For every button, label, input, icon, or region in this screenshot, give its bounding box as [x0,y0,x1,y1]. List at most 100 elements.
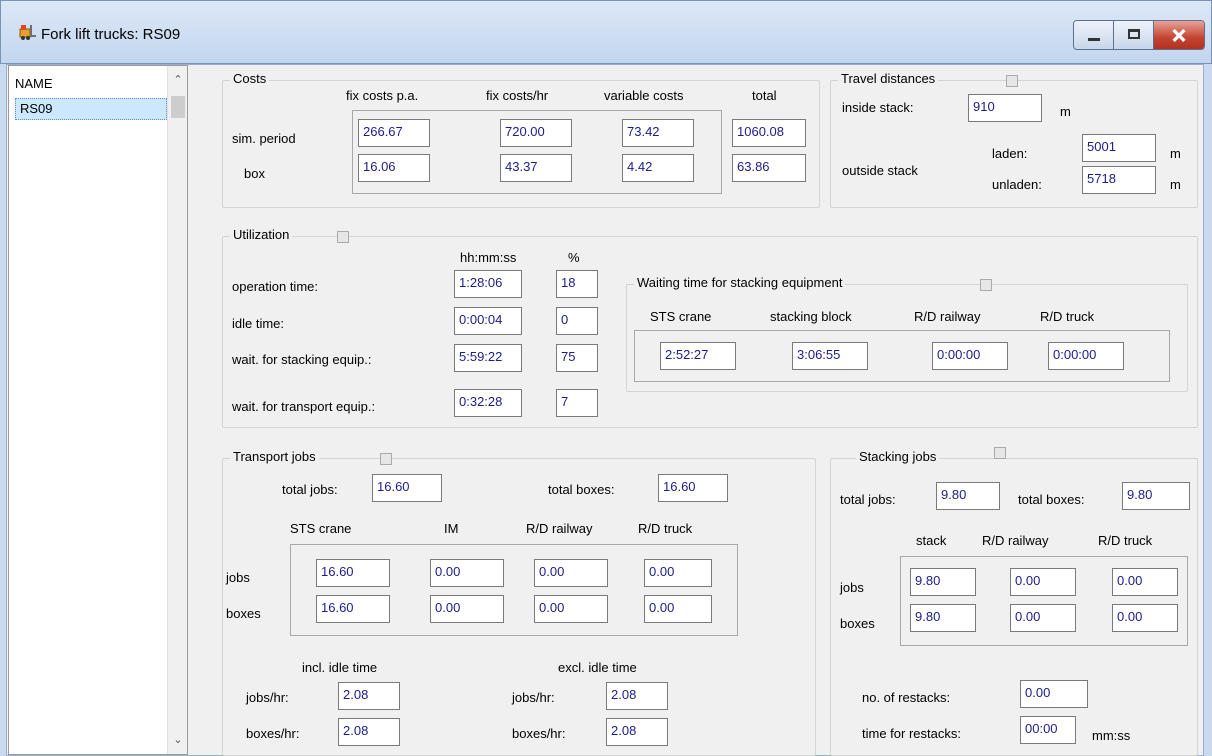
minimize-button[interactable] [1074,21,1114,49]
waiting-expand-checkbox[interactable] [980,279,992,291]
waiting-col-sts: STS crane [650,309,712,324]
sim-total-field[interactable]: 1060.08 [732,119,806,147]
transport-col-im: IM [444,521,459,536]
incl-boxes-hr-field[interactable]: 2.08 [338,718,400,746]
transport-total-jobs-label: total jobs: [282,482,338,497]
costs-row-sim: sim. period [232,131,296,146]
close-button[interactable] [1154,21,1204,49]
utilization-col-time: hh:mm:ss [460,250,517,265]
truck-list[interactable]: NAME RS09 ⌃ ⌄ [8,65,188,755]
stacking-total-boxes-field[interactable]: 9.80 [1122,482,1190,510]
unladen-label: unladen: [992,177,1042,192]
stacking-expand-checkbox[interactable] [994,447,1006,459]
box-variable-field[interactable]: 4.42 [622,154,694,182]
costs-title: Costs [230,71,270,86]
stacking-total-jobs-field[interactable]: 9.80 [936,482,1000,510]
wait-stacking-field[interactable]: 5:59:22 [454,344,522,372]
waiting-sts-field[interactable]: 2:52:27 [660,342,736,370]
sim-fix-hr-field[interactable]: 720.00 [500,119,572,147]
waiting-stacking-block-field[interactable]: 3:06:55 [792,342,868,370]
scroll-up-icon[interactable]: ⌃ [172,74,184,86]
stacking-jobs-railway-field[interactable]: 0.00 [1010,568,1076,596]
idle-pct-field[interactable]: 0 [556,307,598,335]
laden-field[interactable]: 5001 [1082,134,1156,162]
unladen-unit: m [1170,177,1181,192]
stacking-jobs-truck-field[interactable]: 0.00 [1112,568,1178,596]
transport-total-boxes-field[interactable]: 16.60 [658,474,728,502]
restacks-field[interactable]: 0.00 [1020,680,1088,708]
util-row-label: operation time: [232,279,318,294]
transport-jobs-truck-field[interactable]: 0.00 [644,559,712,587]
transport-boxes-sts-field[interactable]: 16.60 [316,595,390,623]
utilization-expand-checkbox[interactable] [337,231,349,243]
transport-boxes-truck-field[interactable]: 0.00 [644,595,712,623]
excl-idle-label: excl. idle time [558,660,637,675]
caption-buttons [1073,20,1205,50]
laden-label: laden: [992,146,1028,161]
transport-boxes-railway-field[interactable]: 0.00 [534,595,608,623]
stacking-col-railway: R/D railway [982,533,1049,548]
transport-jobs-sts-field[interactable]: 16.60 [316,559,390,587]
operation-time-field[interactable]: 1:28:06 [454,270,522,298]
incl-idle-label: incl. idle time [302,660,378,675]
stacking-title: Stacking jobs [856,449,940,464]
util-row-label: wait. for transport equip.: [232,399,376,414]
stacking-jobs-stack-field[interactable]: 9.80 [910,568,976,596]
restack-time-field[interactable]: 00:00 [1020,716,1076,744]
outside-stack-label: outside stack [842,163,918,178]
restack-time-unit: mm:ss [1092,728,1131,743]
stacking-boxes-truck-field[interactable]: 0.00 [1112,604,1178,632]
restack-time-label: time for restacks: [862,726,961,741]
scroll-down-icon[interactable]: ⌄ [172,734,184,746]
stacking-row-boxes: boxes [840,616,875,631]
transport-boxes-im-field[interactable]: 0.00 [430,595,504,623]
costs-col-total: total [752,88,777,103]
excl-boxes-hr-label: boxes/hr: [512,726,566,741]
incl-jobs-hr-field[interactable]: 2.08 [338,682,400,710]
transport-jobs-im-field[interactable]: 0.00 [430,559,504,587]
waiting-truck-field[interactable]: 0:00:00 [1048,342,1124,370]
transport-total-jobs-field[interactable]: 16.60 [372,474,442,502]
scroll-thumb[interactable] [171,96,185,118]
excl-jobs-hr-field[interactable]: 2.08 [606,682,668,710]
wait-transport-pct-field[interactable]: 7 [556,389,598,417]
box-fix-pa-field[interactable]: 16.06 [358,154,430,182]
sim-variable-field[interactable]: 73.42 [622,119,694,147]
excl-boxes-hr-field[interactable]: 2.08 [606,718,668,746]
box-fix-hr-field[interactable]: 43.37 [500,154,572,182]
sim-fix-pa-field[interactable]: 266.67 [358,119,430,147]
window-title: Fork lift trucks: RS09 [41,26,181,43]
transport-jobs-railway-field[interactable]: 0.00 [534,559,608,587]
inside-stack-unit: m [1060,104,1071,119]
inside-stack-field[interactable]: 910 [968,94,1042,122]
list-scrollbar[interactable]: ⌃ ⌄ [167,66,187,754]
util-row-label: idle time: [232,316,285,331]
wait-transport-field[interactable]: 0:32:28 [454,389,522,417]
wait-stacking-pct-field[interactable]: 75 [556,344,598,372]
costs-row-box: box [244,166,265,181]
unladen-field[interactable]: 5718 [1082,166,1156,194]
stacking-col-stack: stack [916,533,947,548]
app-window: Fork lift trucks: RS09 NAME RS09 ⌃ ⌄ Cos… [0,0,1212,756]
transport-col-truck: R/D truck [638,521,693,536]
idle-time-field[interactable]: 0:00:04 [454,307,522,335]
list-item[interactable]: RS09 [15,98,167,120]
restacks-label: no. of restacks: [862,690,951,705]
transport-col-sts: STS crane [290,521,352,536]
box-total-field[interactable]: 63.86 [732,154,806,182]
travel-expand-checkbox[interactable] [1006,75,1018,87]
stacking-total-boxes-label: total boxes: [1018,492,1085,507]
waiting-railway-field[interactable]: 0:00:00 [932,342,1008,370]
maximize-icon [1128,29,1140,39]
transport-total-boxes-label: total boxes: [548,482,615,497]
transport-expand-checkbox[interactable] [380,453,392,465]
incl-jobs-hr-label: jobs/hr: [246,690,289,705]
stacking-boxes-stack-field[interactable]: 9.80 [910,604,976,632]
stacking-row-jobs: jobs [840,580,864,595]
operation-pct-field[interactable]: 18 [556,270,598,298]
excl-jobs-hr-label: jobs/hr: [512,690,555,705]
stacking-boxes-railway-field[interactable]: 0.00 [1010,604,1076,632]
laden-unit: m [1170,146,1181,161]
maximize-button[interactable] [1114,21,1154,49]
transport-row-boxes: boxes [226,606,261,621]
